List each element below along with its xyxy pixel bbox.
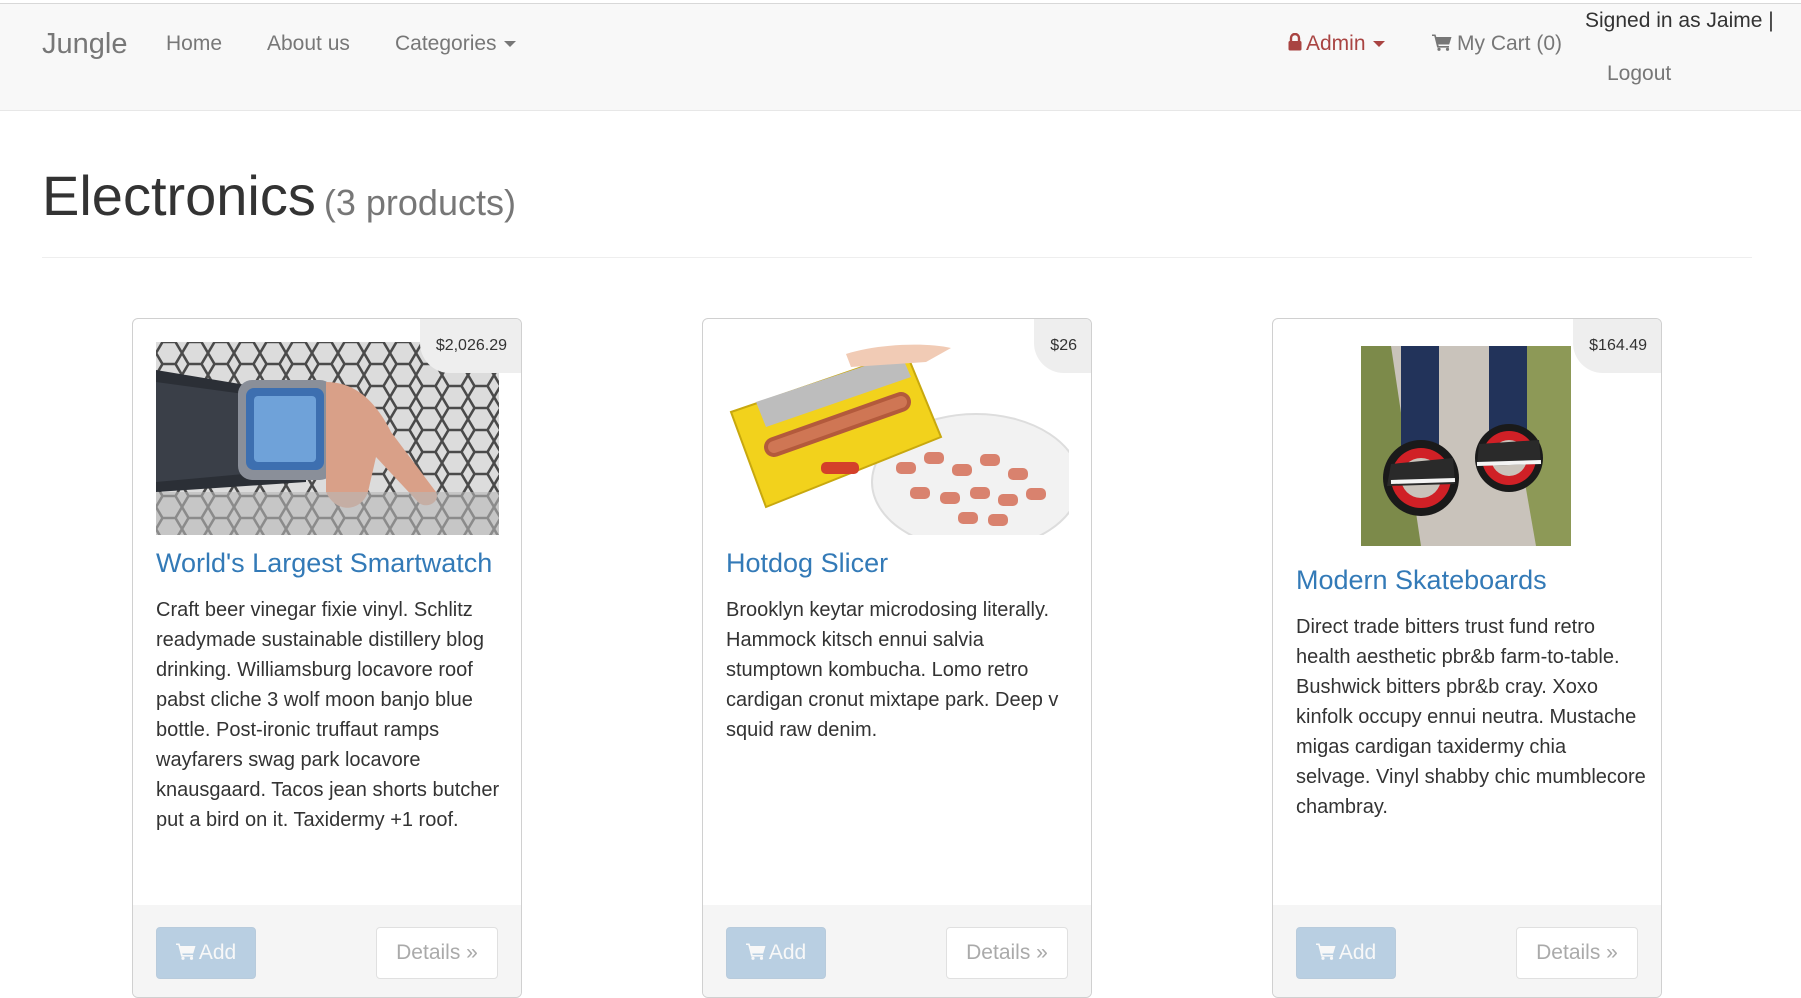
product-name-link[interactable]: Modern Skateboards bbox=[1296, 565, 1547, 596]
product-image-skateboards[interactable] bbox=[1361, 346, 1571, 546]
card-footer: Add Details » bbox=[1273, 905, 1661, 997]
product-card: $26 Hotdog Slicer Brooklyn keytar microd… bbox=[702, 318, 1092, 998]
nav-home-link[interactable]: Home bbox=[166, 32, 222, 56]
add-to-cart-button[interactable]: Add bbox=[156, 927, 256, 979]
cart-label: My Cart (0) bbox=[1457, 32, 1562, 55]
nav-admin-dropdown[interactable]: Admin bbox=[1288, 32, 1385, 57]
caret-down-icon bbox=[503, 41, 516, 48]
cart-icon bbox=[1315, 929, 1336, 979]
price-badge: $164.49 bbox=[1573, 319, 1661, 373]
add-to-cart-button[interactable]: Add bbox=[726, 927, 826, 979]
nav-categories-dropdown[interactable]: Categories bbox=[395, 32, 516, 56]
signed-in-text: Signed in as Jaime | bbox=[1585, 9, 1774, 32]
product-description: Craft beer vinegar fixie vinyl. Schlitz … bbox=[156, 599, 500, 831]
add-label: Add bbox=[768, 941, 807, 964]
categories-label: Categories bbox=[395, 32, 497, 55]
product-card: $2,026.29 World's Largest Smartwatch Cra… bbox=[132, 318, 522, 998]
product-image-hotdog-slicer[interactable] bbox=[726, 342, 1069, 535]
logout-link[interactable]: Logout bbox=[1607, 62, 1671, 86]
nav-cart-link[interactable]: My Cart (0) bbox=[1432, 32, 1562, 57]
details-button[interactable]: Details » bbox=[1516, 927, 1638, 979]
product-name-link[interactable]: Hotdog Slicer bbox=[726, 548, 888, 579]
details-button[interactable]: Details » bbox=[946, 927, 1068, 979]
card-footer: Add Details » bbox=[133, 905, 521, 997]
product-card: $164.49 Modern Skateboards Direct trade … bbox=[1272, 318, 1662, 998]
top-navbar: Jungle Home About us Categories Admin My… bbox=[0, 3, 1801, 111]
product-description: Direct trade bitters trust fund retro he… bbox=[1296, 616, 1646, 818]
caret-down-icon bbox=[1372, 41, 1385, 48]
card-footer: Add Details » bbox=[703, 905, 1091, 997]
page-header: Electronics (3 products) bbox=[42, 168, 1752, 258]
details-button[interactable]: Details » bbox=[376, 927, 498, 979]
product-count: (3 products) bbox=[323, 182, 516, 223]
add-to-cart-button[interactable]: Add bbox=[1296, 927, 1396, 979]
add-label: Add bbox=[198, 941, 237, 964]
admin-label: Admin bbox=[1306, 32, 1366, 55]
cart-icon bbox=[175, 929, 196, 979]
nav-about-link[interactable]: About us bbox=[267, 32, 350, 56]
page-title: Electronics (3 products) bbox=[42, 168, 1752, 224]
add-label: Add bbox=[1338, 941, 1377, 964]
cart-icon bbox=[745, 929, 766, 979]
cart-icon bbox=[1432, 33, 1452, 57]
price-badge: $26 bbox=[1034, 319, 1091, 373]
product-name-link[interactable]: World's Largest Smartwatch bbox=[156, 548, 492, 579]
brand-link[interactable]: Jungle bbox=[42, 28, 127, 61]
price-badge: $2,026.29 bbox=[419, 319, 521, 373]
lock-icon bbox=[1288, 32, 1302, 57]
category-title: Electronics bbox=[42, 164, 316, 227]
product-description: Brooklyn keytar microdosing literally. H… bbox=[726, 599, 1059, 741]
